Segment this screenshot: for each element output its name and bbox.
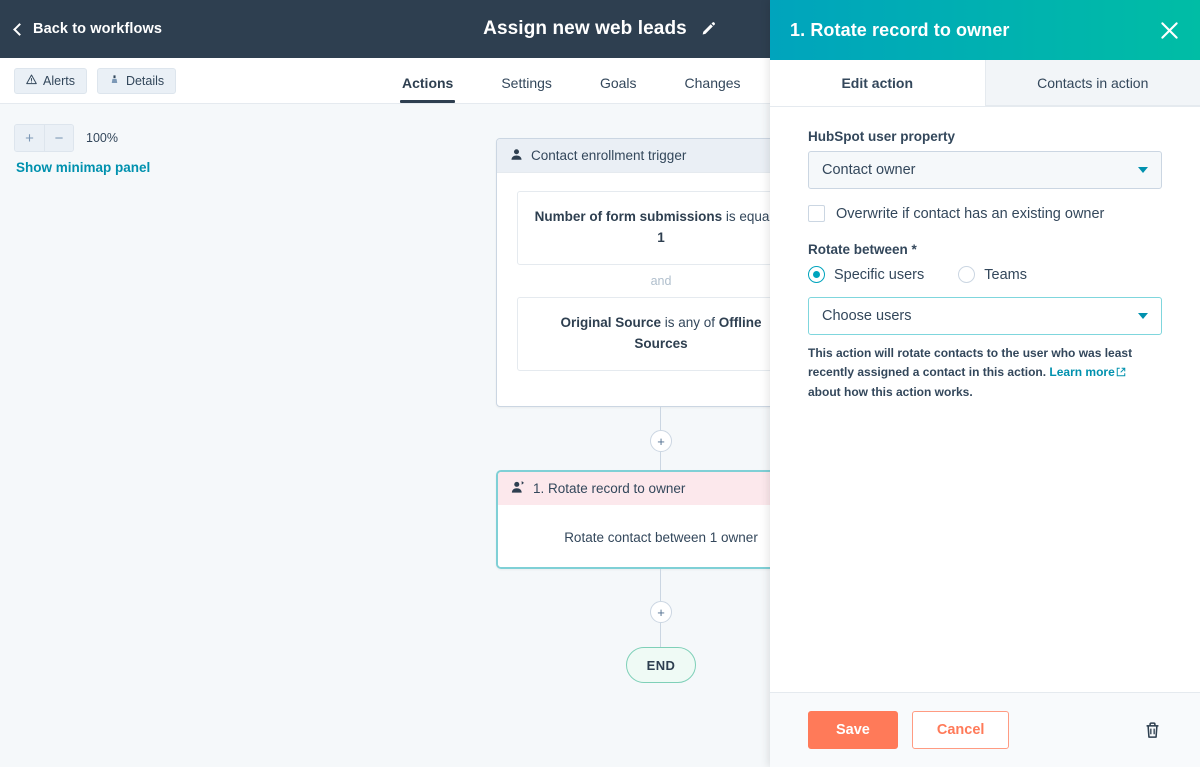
chevron-left-icon [13,22,26,36]
show-minimap-panel-link[interactable]: Show minimap panel [16,160,150,175]
tab-contacts-in-action-label: Contacts in action [1037,74,1149,91]
connector-line-4 [660,623,661,647]
tab-goals-label: Goals [599,75,637,91]
choose-users-select[interactable]: Choose users [808,297,1162,335]
tab-settings[interactable]: Settings [477,76,576,103]
pencil-icon[interactable] [700,21,717,38]
tab-actions[interactable]: Actions [378,76,477,103]
trigger-filter-2-property: Original Source [560,314,661,330]
show-minimap-label: Show minimap panel [16,160,151,175]
tab-changes-label: Changes [684,75,741,91]
plus-icon: + [25,129,34,147]
radio-specific-users-indicator[interactable] [808,266,825,283]
radio-teams-indicator[interactable] [958,266,976,283]
trigger-filter-2[interactable]: Original Source is any of Offline Source… [517,296,805,371]
trigger-card-header-label: Contact enrollment trigger [531,148,687,163]
edit-action-panel: 1. Rotate record to owner Edit action Co… [770,0,1200,767]
overwrite-owner-row[interactable]: Overwrite if contact has an existing own… [808,205,1162,222]
tab-settings-label: Settings [501,75,552,91]
zoom-controls: + − 100% [14,124,118,152]
trigger-filter-1[interactable]: Number of form submissions is equal to 1 [517,191,805,265]
hubspot-user-property-label: HubSpot user property [808,129,956,144]
zoom-in-button[interactable]: + [15,125,44,151]
panel-header: 1. Rotate record to owner [770,0,1200,60]
panel-body: HubSpot user property Contact owner Over… [770,107,1200,692]
chevron-down-icon [1138,167,1148,173]
connector-line-2 [660,452,661,472]
external-link-icon [1116,364,1126,383]
save-button[interactable]: Save [808,711,898,749]
hubspot-user-property-value: Contact owner [822,162,916,178]
panel-title: 1. Rotate record to owner [790,19,1010,40]
workflow-tabs: Actions Settings Goals Changes [378,57,765,103]
tab-goals[interactable]: Goals [576,76,661,103]
connector-line-3 [660,569,661,601]
radio-teams-label: Teams [984,266,1027,283]
back-to-workflows-button[interactable]: Back to workflows [13,21,163,37]
end-node: END [626,647,696,683]
close-icon[interactable] [1156,17,1182,43]
details-label: Details [125,73,165,88]
panel-footer: Save Cancel [770,692,1200,767]
rotate-help-text-part2: about how this action works. [808,384,973,399]
alerts-button[interactable]: Alerts [14,67,87,94]
rotate-owner-icon [511,480,525,497]
trash-icon[interactable] [1143,720,1162,740]
alerts-label: Alerts [43,73,75,88]
plus-icon: + [657,433,665,449]
cancel-button[interactable]: Cancel [911,711,1010,749]
radio-teams[interactable]: Teams [958,266,1027,283]
minus-icon: − [54,129,64,147]
action-card-header-label: 1. Rotate record to owner [533,481,686,496]
details-button[interactable]: Details [96,67,177,94]
radio-specific-users-label: Specific users [834,266,925,283]
contact-icon [510,148,523,164]
trigger-filter-1-property: Number of form submissions [534,209,723,224]
trigger-filter-separator: and [650,273,672,288]
trigger-filter-2-operator: is any of [661,314,719,330]
info-icon [109,74,120,88]
warning-icon [26,74,37,88]
page-title: Assign new web leads [483,18,687,39]
zoom-out-button[interactable]: − [44,125,73,151]
overwrite-owner-label: Overwrite if contact has an existing own… [836,205,1105,222]
rotate-between-radio-group: Specific users Teams [808,266,1162,283]
add-action-button-1[interactable]: + [650,430,672,452]
choose-users-value: Choose users [822,308,912,324]
overwrite-owner-checkbox[interactable] [808,205,825,222]
tab-actions-label: Actions [402,75,454,91]
zoom-level-label: 100% [86,131,118,145]
tab-changes[interactable]: Changes [661,76,765,103]
add-action-button-2[interactable]: + [650,601,672,623]
rotate-help-text: This action will rotate contacts to the … [808,344,1162,402]
action-card-header-left: 1. Rotate record to owner [511,480,685,497]
end-node-label: END [646,657,676,673]
app-root: Back to workflows Assign new web leads A… [0,0,1200,767]
tab-contacts-in-action[interactable]: Contacts in action [984,60,1200,106]
panel-tabs: Edit action Contacts in action [770,60,1200,107]
zoom-button-group: + − [14,124,74,152]
pill-group: Alerts Details [14,67,177,94]
radio-specific-users[interactable]: Specific users [808,266,924,283]
trigger-filter-1-value: 1 [657,229,665,245]
rotate-between-section: Rotate between * Specific users Teams Ch… [808,242,1162,402]
tab-edit-action-label: Edit action [841,74,914,91]
learn-more-link[interactable]: Learn more [1049,365,1114,379]
tab-edit-action[interactable]: Edit action [770,60,985,106]
hubspot-user-property-select[interactable]: Contact owner [808,151,1162,189]
chevron-down-icon [1138,313,1148,319]
rotate-between-label: Rotate between * [808,242,917,257]
back-to-workflows-label: Back to workflows [33,21,163,37]
action-card-body-label: Rotate contact between 1 owner [564,529,758,545]
plus-icon: + [657,604,665,620]
